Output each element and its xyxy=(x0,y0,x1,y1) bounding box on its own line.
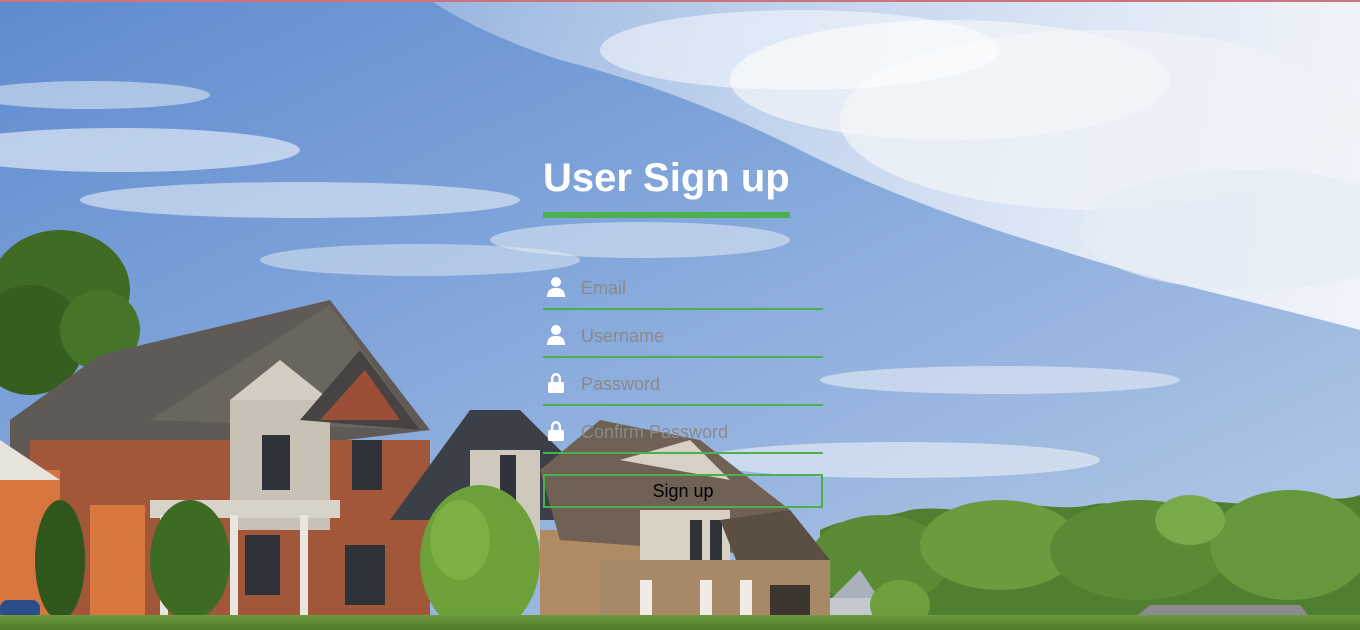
user-icon xyxy=(546,276,566,298)
email-input[interactable] xyxy=(581,275,817,301)
password-input[interactable] xyxy=(581,371,817,397)
lock-icon xyxy=(546,372,566,394)
signup-button[interactable]: Sign up xyxy=(543,474,823,508)
lock-icon xyxy=(546,420,566,442)
page-title: User Sign up xyxy=(543,156,790,200)
confirm-password-input[interactable] xyxy=(581,419,817,445)
username-field xyxy=(543,316,823,358)
signup-form: User Sign up Email Username Sign up xyxy=(543,150,823,508)
top-border-line xyxy=(0,0,1360,2)
email-field xyxy=(543,268,823,310)
username-input[interactable] xyxy=(581,323,817,349)
password-field xyxy=(543,364,823,406)
title-underline xyxy=(543,212,790,218)
confirm-password-field xyxy=(543,412,823,454)
user-icon xyxy=(546,324,566,346)
